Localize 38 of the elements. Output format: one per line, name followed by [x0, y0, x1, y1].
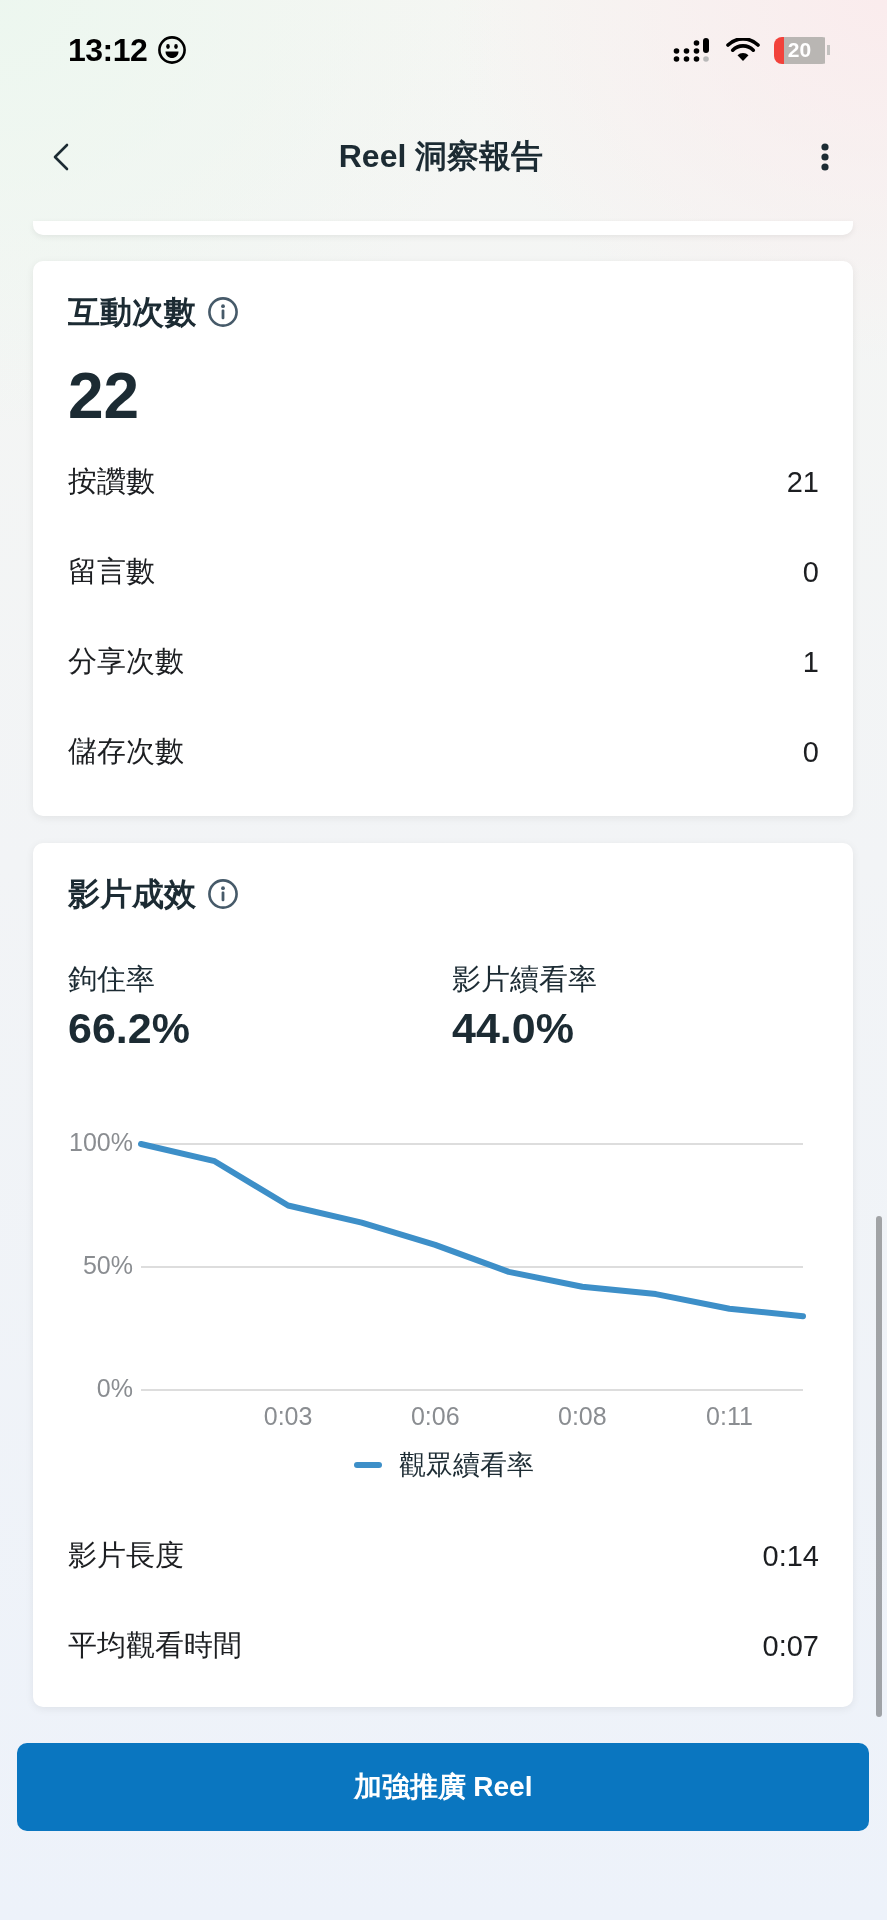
info-icon[interactable]: [208, 879, 238, 909]
metric-label: 按讚數: [68, 464, 155, 499]
y-axis-label: 100%: [69, 1127, 133, 1156]
metric-label: 影片長度: [68, 1538, 184, 1573]
y-axis-label: 0%: [96, 1373, 133, 1402]
metric-label: 分享次數: [68, 644, 184, 679]
metric-value: 0:14: [762, 1539, 819, 1573]
x-axis-label: 0:06: [410, 1401, 460, 1430]
page-title: Reel 洞察報告: [338, 137, 544, 176]
metric-value: 0: [802, 555, 819, 589]
card-title: 影片成效: [68, 875, 196, 914]
metric-label: 平均觀看時間: [68, 1628, 242, 1663]
signal-icon: [672, 38, 712, 62]
battery-indicator: 20: [774, 36, 830, 64]
stat-label: 鉤住率: [68, 962, 155, 997]
smiley-icon: [158, 36, 187, 64]
info-icon[interactable]: [208, 297, 238, 327]
promote-button[interactable]: 加強推廣 Reel: [17, 1743, 869, 1831]
metric-value: 0:07: [762, 1629, 819, 1663]
legend-label: 觀眾續看率: [398, 1449, 534, 1482]
total-count: 22: [68, 360, 140, 432]
stat-label: 影片續看率: [452, 962, 597, 997]
metric-value: 0: [802, 735, 819, 769]
metric-value: 21: [786, 465, 819, 499]
back-icon[interactable]: [52, 143, 70, 171]
status-time: 13:12: [68, 31, 148, 69]
metric-value: 1: [802, 645, 819, 679]
y-axis-label: 50%: [82, 1250, 133, 1279]
stat-value: 66.2%: [68, 1003, 190, 1053]
metric-label: 留言數: [68, 554, 155, 589]
x-axis-label: 0:08: [558, 1401, 607, 1430]
x-axis-label: 0:03: [263, 1401, 313, 1430]
stat-value: 44.0%: [452, 1003, 574, 1053]
more-icon[interactable]: [820, 143, 830, 171]
x-axis-label: 0:11: [706, 1401, 753, 1430]
wifi-icon: [726, 38, 760, 62]
metric-label: 儲存次數: [68, 734, 184, 769]
card-title: 互動次數: [68, 293, 196, 332]
